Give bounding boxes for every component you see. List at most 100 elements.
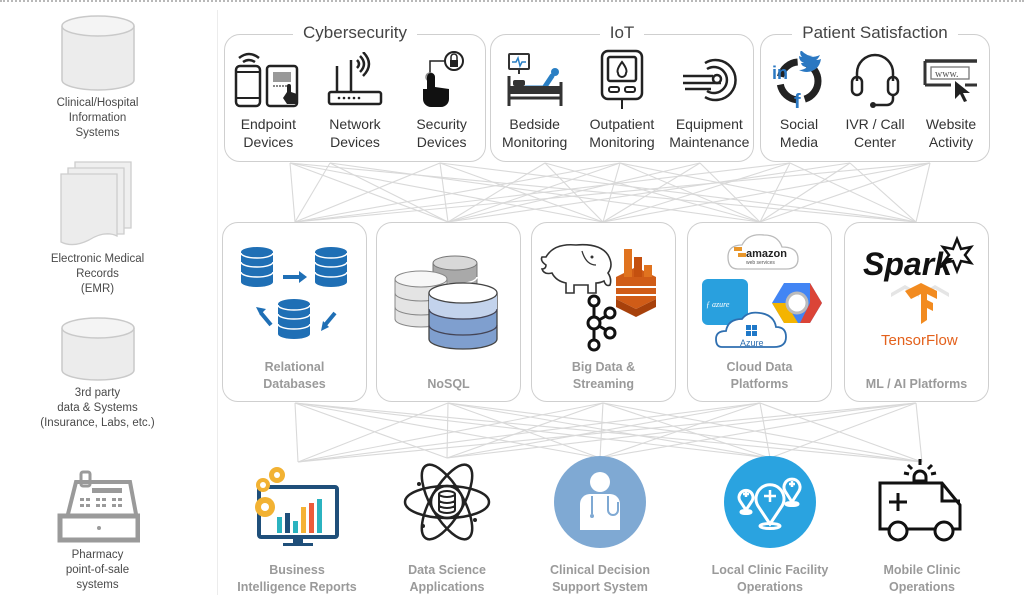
app-local-clinic-facility: Local Clinic Facility Operations <box>685 452 855 596</box>
connector-line-top-2 <box>289 162 604 223</box>
document-stack-icon <box>59 161 132 246</box>
connector-line-top-15 <box>447 162 621 223</box>
source-label-line: systems <box>76 579 119 591</box>
connector-line-top-19 <box>447 162 701 223</box>
spark-text: Spark <box>863 246 954 282</box>
app-mobile-clinic: Mobile Clinic Operations <box>837 452 1007 596</box>
source-emr: Electronic Medical Records (EMR) <box>30 160 165 297</box>
spark-logo: Spark <box>863 235 974 282</box>
item-label-line: Equipment <box>675 116 743 132</box>
connector-line-top-16 <box>602 162 621 223</box>
platform-label-line: Databases <box>263 377 326 391</box>
app-label-line: Mobile Clinic <box>883 563 961 577</box>
platform-nosql: NoSQL <box>376 222 521 402</box>
connector-line-bottom-1 <box>294 402 448 459</box>
source-label-line: (EMR) <box>80 283 115 295</box>
connector-line-top-10 <box>439 162 917 223</box>
connector-line-top-21 <box>699 162 761 223</box>
item-label-line: Center <box>853 134 897 150</box>
item-label-line: Monitoring <box>589 134 655 150</box>
database-cylinder-icon <box>60 15 135 91</box>
connector-line-top-22 <box>294 162 791 223</box>
source-label-line: 3rd party <box>74 387 121 399</box>
doctor-icon <box>554 456 646 548</box>
connector-line-top-9 <box>439 162 604 223</box>
connector-line-top-24 <box>759 162 791 223</box>
source-third-party: 3rd party data & Systems (Insurance, Lab… <box>30 316 165 431</box>
source-label-line: (Insurance, Labs, etc.) <box>40 417 155 429</box>
connector-line-bottom-21 <box>446 402 917 459</box>
connector-line-top-13 <box>544 162 761 223</box>
aws-cloud-logo: amazon web services <box>727 234 799 270</box>
google-cloud-logo <box>772 283 822 323</box>
connector-line-top-0 <box>289 162 296 223</box>
app-label-line: Data Science <box>408 563 486 577</box>
source-label-line: Electronic Medical <box>50 253 145 265</box>
connector-line-top-31 <box>759 162 931 223</box>
connector-line-bottom-8 <box>447 402 771 459</box>
source-label-line: Clinical/Hospital <box>56 97 139 109</box>
source-clinical-hospital-systems: Clinical/Hospital Information Systems <box>30 14 165 141</box>
connector-line-top-26 <box>447 162 851 223</box>
url-text: www. <box>935 69 959 80</box>
app-clinical-decision-support: Clinical Decision Support System <box>515 452 685 596</box>
item-label-line: Outpatient <box>589 116 655 132</box>
hadoop-kinesis-kafka-icon <box>540 243 656 352</box>
connector-line-top-17 <box>619 162 761 223</box>
clinic-locations-icon <box>724 456 816 548</box>
connector-line-bottom-18 <box>759 402 771 459</box>
item-website-activity: www. Website Activity <box>913 49 989 151</box>
platform-label-line: Cloud Data <box>726 360 793 374</box>
glucose-meter-icon <box>600 49 644 109</box>
source-label-line: Information <box>68 112 127 124</box>
connector-line-bottom-22 <box>599 402 917 459</box>
item-label-line: Website <box>925 116 977 132</box>
item-label-line: Maintenance <box>669 134 750 150</box>
item-label-line: Monitoring <box>501 134 568 150</box>
phone-tablet-icon <box>235 52 299 108</box>
item-bedside-monitoring: Bedside Monitoring <box>493 49 577 151</box>
connector-line-top-3 <box>289 162 917 223</box>
connector-line-bottom-13 <box>602 402 771 459</box>
source-label-line: Records <box>76 268 119 280</box>
spark-tensorflow-icon: Spark TensorFlow <box>863 235 974 349</box>
app-data-science: Data Science Applications <box>362 452 532 596</box>
connector-line-bottom-12 <box>599 402 604 459</box>
app-label-line: Applications <box>409 580 485 594</box>
relational-db-sync-icon <box>240 246 348 340</box>
functions-text: ƒ azure <box>706 300 730 309</box>
connector-line-top-28 <box>849 162 917 223</box>
item-ivr-call-center: IVR / Call Center <box>837 49 913 151</box>
item-social-media: in f Social Media <box>761 49 837 151</box>
item-label-line: Devices <box>243 134 294 150</box>
group-patient-satisfaction: Patient Satisfaction in f Social Media I… <box>760 23 990 162</box>
item-security-devices: Security Devices <box>400 49 484 151</box>
platform-cloud-data: amazon web services ƒ azure Azure Cloud … <box>687 222 832 402</box>
connector-line-bottom-16 <box>446 402 761 459</box>
connector-line-top-4 <box>294 162 331 223</box>
social-media-icon: in f <box>772 51 822 109</box>
item-label-line: IVR / Call <box>845 116 905 132</box>
connector-line-bottom-23 <box>769 402 917 459</box>
platform-relational-databases: Relational Databases <box>222 222 367 402</box>
app-business-intelligence: Business Intelligence Reports <box>212 452 382 596</box>
azure-functions-logo: ƒ azure <box>702 279 748 325</box>
aws-kinesis-icon <box>616 249 656 317</box>
connector-line-top-18 <box>619 162 917 223</box>
app-label-line: Clinical Decision <box>549 563 651 577</box>
app-label-line: Intelligence Reports <box>237 580 357 594</box>
connector-line-top-20 <box>602 162 701 223</box>
cloud-providers-icon: amazon web services ƒ azure Azure <box>702 234 822 348</box>
item-equipment-maintenance: Equipment Maintenance <box>667 49 751 151</box>
connector-line-bottom-3 <box>294 402 771 459</box>
bi-dashboard-icon <box>255 467 339 546</box>
item-label-line: Media <box>779 134 819 150</box>
connector-line-top-32 <box>915 162 931 223</box>
connector-line-top-6 <box>329 162 761 223</box>
database-cylinder-icon <box>60 317 135 381</box>
app-label-line: Business <box>269 563 325 577</box>
platform-big-data-streaming: Big Data & Streaming <box>531 222 676 402</box>
group-title: IoT <box>599 23 645 42</box>
app-label-line: Operations <box>737 580 803 594</box>
platform-label-line: Big Data & <box>571 360 636 374</box>
